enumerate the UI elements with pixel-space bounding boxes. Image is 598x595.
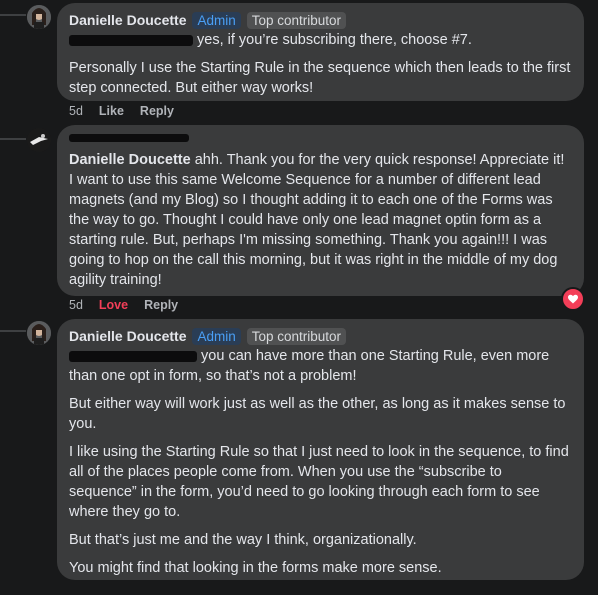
- tagged-user[interactable]: Danielle Doucette: [69, 152, 191, 168]
- comment-author[interactable]: Danielle Doucette: [69, 12, 186, 28]
- avatar[interactable]: [27, 321, 51, 345]
- comment-bubble: Danielle Doucette Admin Top contributor …: [57, 319, 584, 580]
- reply-button[interactable]: Reply: [144, 298, 178, 312]
- thread-line: [0, 138, 26, 140]
- top-contributor-badge: Top contributor: [246, 11, 347, 29]
- redacted-author: [69, 134, 189, 142]
- redacted-mention: [69, 350, 197, 362]
- comment-text: I like using the Starting Rule so that I…: [69, 444, 569, 520]
- like-button[interactable]: Like: [99, 104, 124, 118]
- heart-icon[interactable]: [561, 287, 585, 311]
- love-button[interactable]: Love: [99, 298, 128, 312]
- comment-actions: 5d Love Reply: [69, 298, 178, 312]
- comment-text: yes, if you’re subscribing there, choose…: [197, 32, 472, 48]
- thread-line: [0, 330, 26, 332]
- top-contributor-badge: Top contributor: [246, 327, 347, 345]
- comment-text: ahh. Thank you for the very quick respon…: [69, 152, 565, 288]
- avatar[interactable]: [27, 128, 51, 152]
- comment-text: You might find that looking in the forms…: [69, 560, 442, 576]
- comment-bubble: Danielle Doucette ahh. Thank you for the…: [57, 125, 584, 296]
- redacted-mention: [69, 34, 193, 46]
- comment-author[interactable]: Danielle Doucette: [69, 328, 186, 344]
- admin-badge: Admin: [192, 11, 241, 29]
- comment-actions: 5d Like Reply: [69, 104, 174, 118]
- comment-bubble: Danielle Doucette Admin Top contributor …: [57, 3, 584, 101]
- timestamp[interactable]: 5d: [69, 104, 83, 118]
- reply-button[interactable]: Reply: [140, 104, 174, 118]
- admin-badge: Admin: [192, 327, 241, 345]
- comment-text: But that’s just me and the way I think, …: [69, 532, 417, 548]
- comment-text: Personally I use the Starting Rule in th…: [69, 60, 571, 96]
- timestamp[interactable]: 5d: [69, 298, 83, 312]
- thread-line: [0, 14, 26, 16]
- comment-text: But either way will work just as well as…: [69, 396, 566, 432]
- avatar[interactable]: [27, 5, 51, 29]
